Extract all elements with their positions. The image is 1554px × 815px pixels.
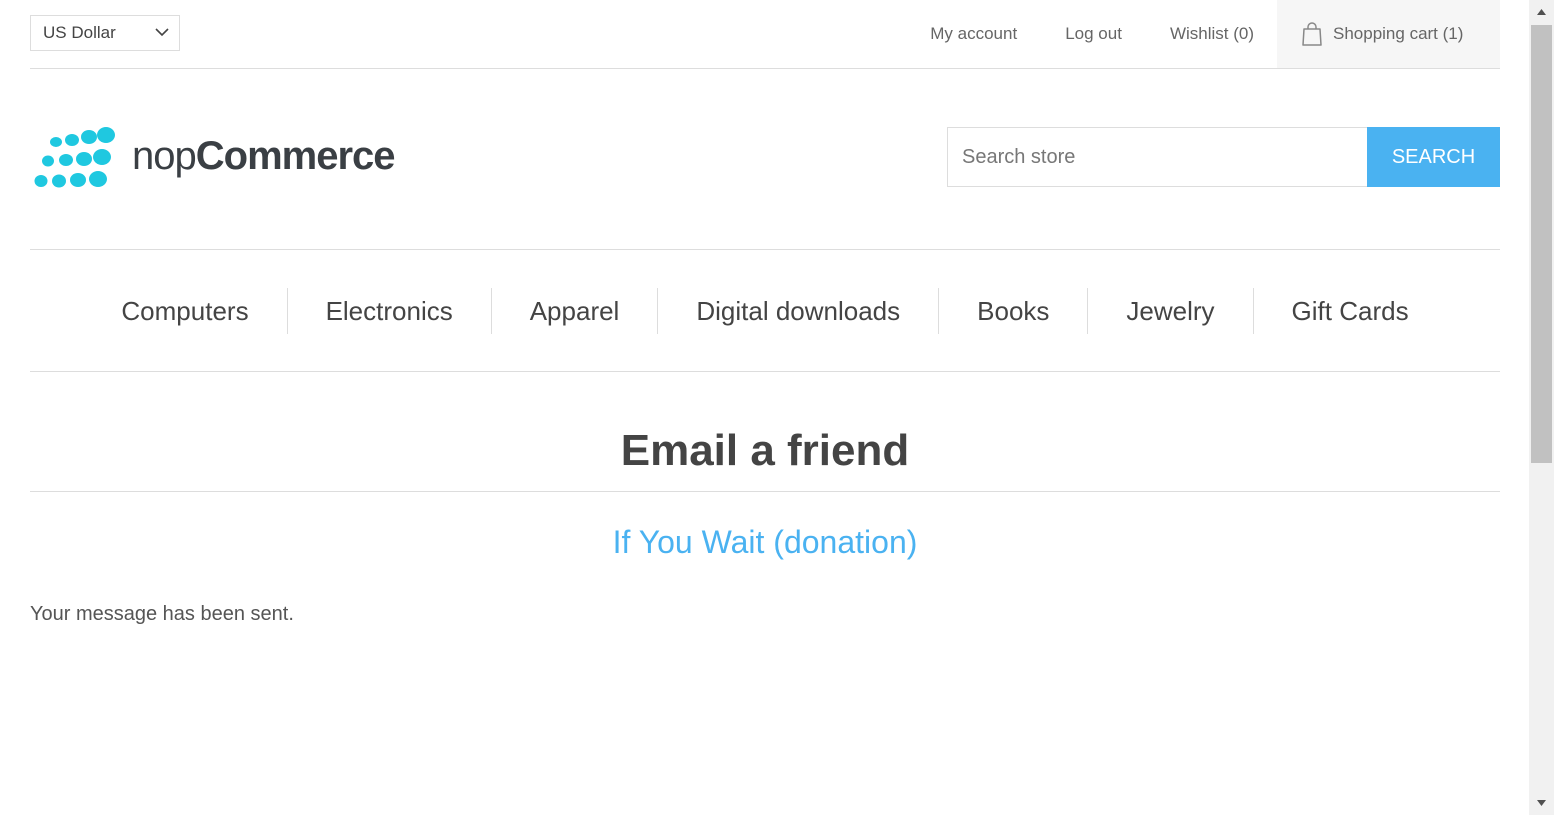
store-logo[interactable]: nopCommerce — [32, 125, 396, 191]
chevron-down-icon — [155, 28, 169, 37]
search-button[interactable]: SEARCH — [1367, 127, 1500, 187]
search-box: SEARCH — [947, 127, 1500, 187]
logo-text: nopCommerce — [132, 133, 396, 179]
log-out-link[interactable]: Log out — [1065, 0, 1122, 68]
page-title: Email a friend — [30, 420, 1500, 492]
wishlist-link[interactable]: Wishlist (0) — [1170, 0, 1254, 68]
result-message: Your message has been sent. — [30, 603, 294, 625]
menu-item-apparel[interactable]: Apparel — [490, 287, 658, 334]
scrollbar-thumb[interactable] — [1531, 25, 1552, 463]
logo-text-bold: Commerce — [195, 133, 396, 178]
menu-item-jewelry[interactable]: Jewelry — [1087, 287, 1252, 334]
menu-item-computers[interactable]: Computers — [83, 288, 286, 334]
menu-item-books[interactable]: Books — [938, 287, 1087, 334]
shopping-bag-icon — [1302, 22, 1322, 46]
shopping-cart-label: Shopping cart (1) — [1333, 24, 1464, 43]
header-links-bar: US Dollar My account Log out Wishlist (0… — [30, 0, 1500, 69]
currency-selector[interactable]: US Dollar — [30, 15, 180, 51]
menu-item-digital-downloads[interactable]: Digital downloads — [657, 287, 938, 334]
currency-value: US Dollar — [43, 23, 116, 42]
search-input[interactable] — [947, 127, 1367, 187]
top-menu: Computers Electronics Apparel Digital do… — [30, 249, 1500, 372]
menu-item-electronics[interactable]: Electronics — [286, 287, 491, 334]
logo-dots-icon — [34, 127, 115, 188]
vertical-scrollbar[interactable] — [1529, 0, 1554, 815]
header-links: My account Log out Wishlist (0) Shopping… — [930, 0, 1500, 68]
menu-item-gift-cards[interactable]: Gift Cards — [1252, 287, 1447, 334]
shopping-cart-link[interactable]: Shopping cart (1) — [1277, 0, 1500, 68]
scroll-down-arrow-icon[interactable] — [1536, 799, 1547, 807]
page: US Dollar My account Log out Wishlist (0… — [30, 0, 1500, 815]
my-account-link[interactable]: My account — [930, 0, 1017, 68]
scroll-up-arrow-icon[interactable] — [1536, 8, 1547, 16]
logo-text-light: nop — [132, 133, 197, 178]
product-name-link[interactable]: If You Wait (donation) — [30, 524, 1500, 561]
